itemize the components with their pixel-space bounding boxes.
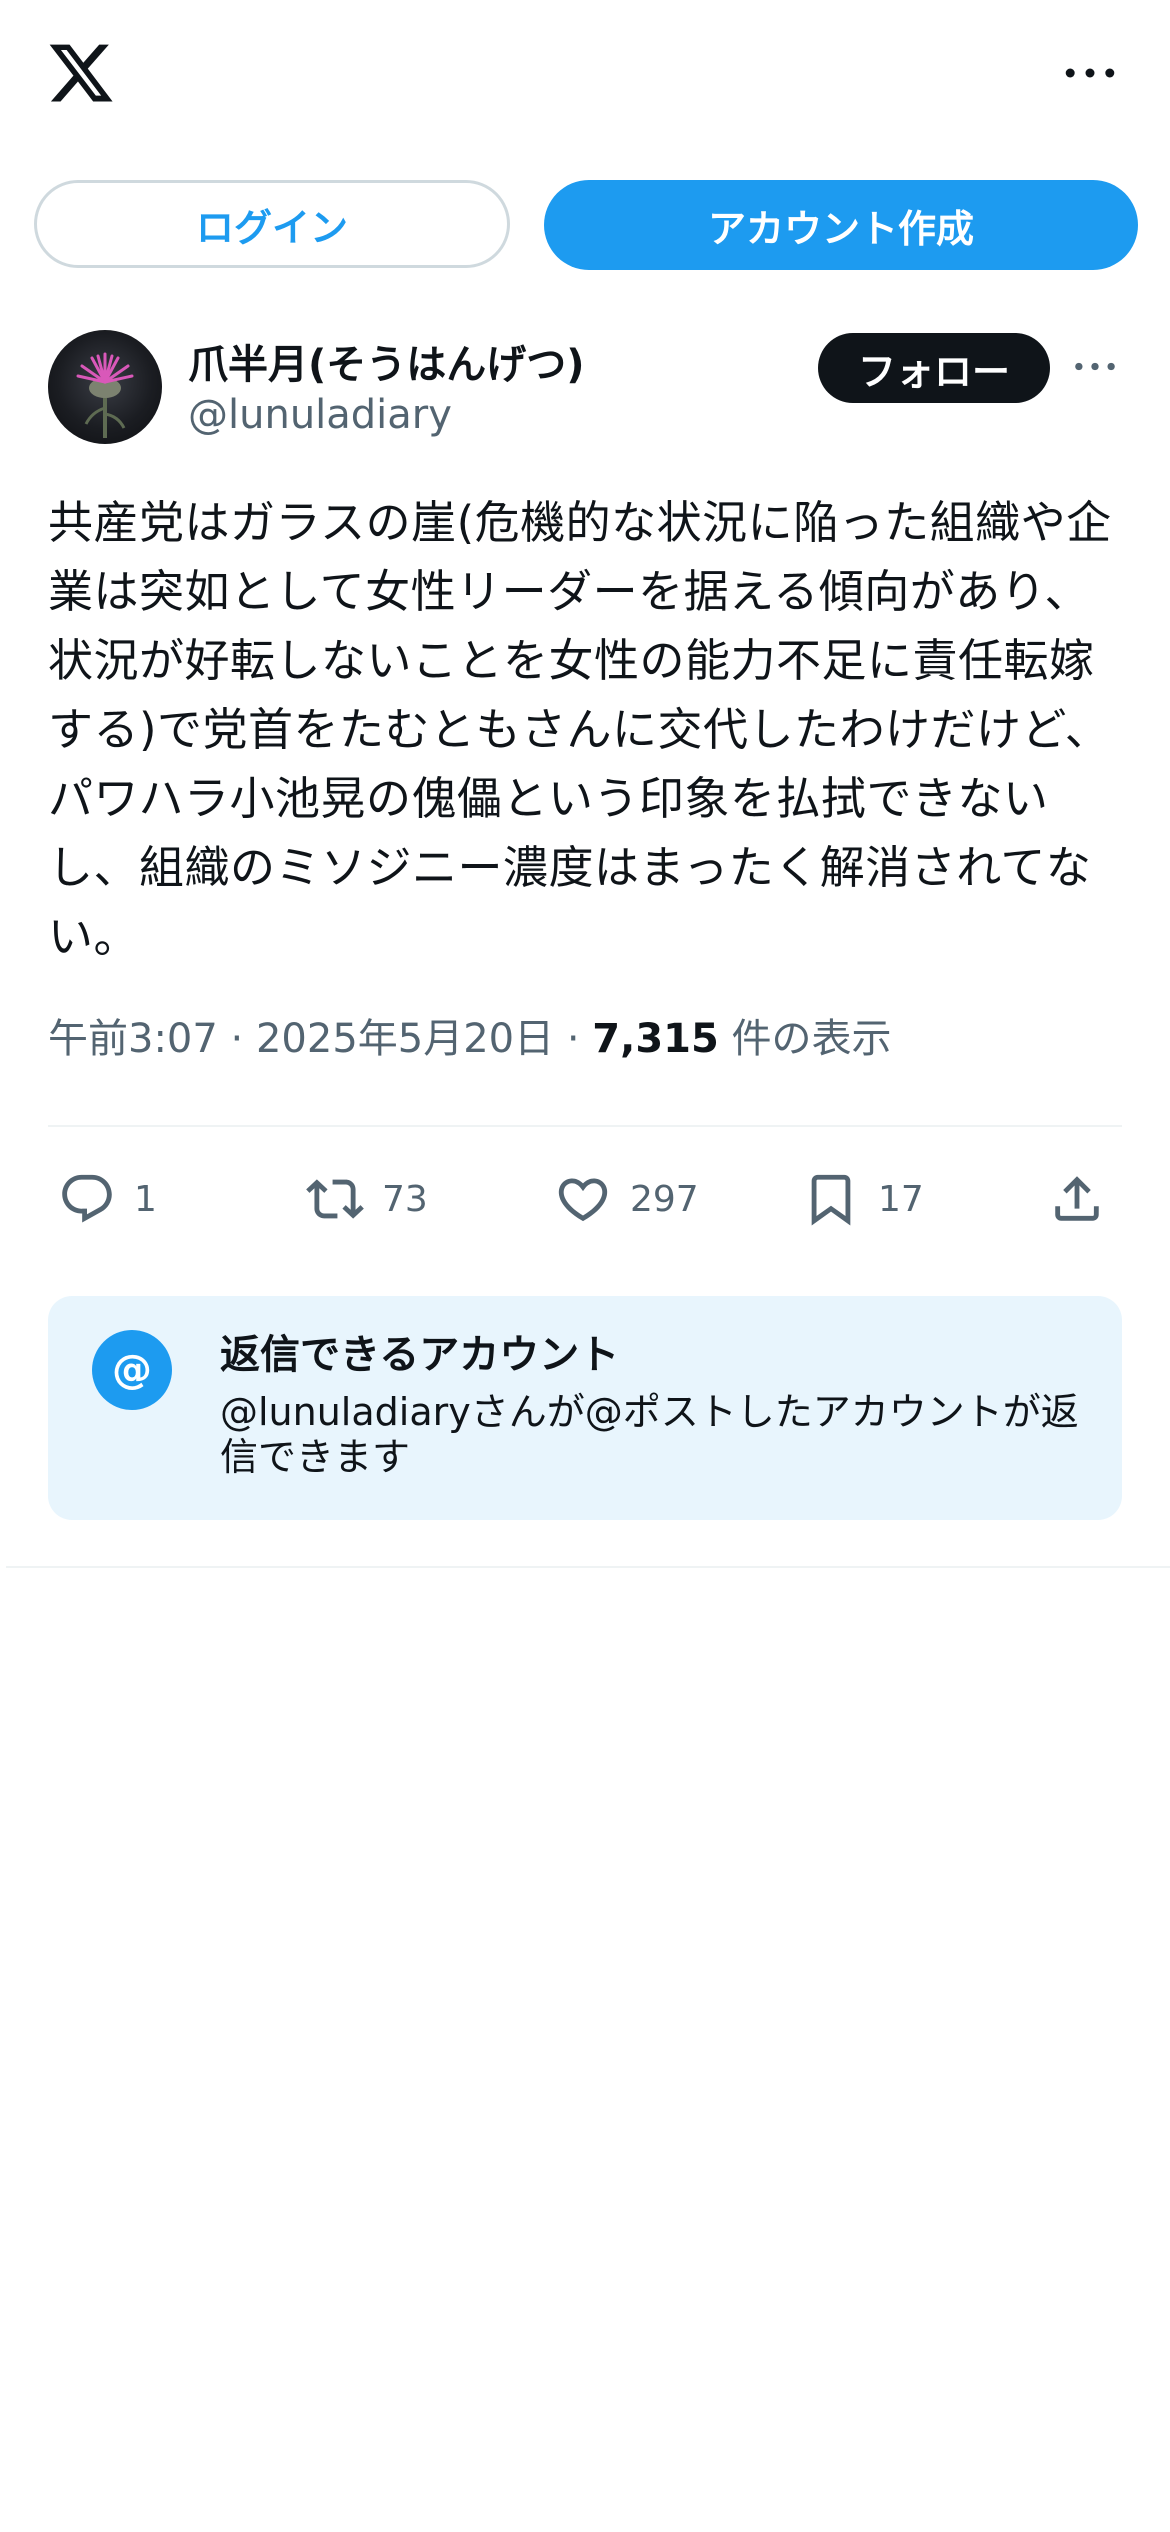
tweet-time[interactable]: 午前3:07 <box>48 1016 218 1062</box>
create-account-button[interactable]: アカウント作成 <box>544 180 1138 270</box>
share-icon <box>1055 1176 1099 1221</box>
bookmark-count: 17 <box>878 1178 924 1220</box>
meta-separator: · <box>566 1016 580 1062</box>
more-horizontal-icon[interactable] <box>1060 48 1120 98</box>
share-button[interactable] <box>1048 1164 1124 1234</box>
auth-buttons: ログイン アカウント作成 <box>34 180 1138 270</box>
reply-button[interactable]: 1 <box>58 1164 157 1234</box>
avatar[interactable] <box>48 330 162 444</box>
views-count: 7,315 <box>592 1016 719 1062</box>
tweet-date[interactable]: 2025年5月20日 <box>256 1016 554 1062</box>
reply-icon <box>62 1174 112 1223</box>
at-sign-icon: @ <box>92 1330 172 1410</box>
repost-icon <box>306 1179 364 1219</box>
divider <box>48 1125 1122 1127</box>
reply-count: 1 <box>134 1178 157 1220</box>
bookmark-button[interactable]: 17 <box>802 1164 924 1234</box>
action-bar: 1 73 297 17 <box>48 1164 1122 1234</box>
tweet-meta: 午前3:07 · 2025年5月20日 · 7,315 件の表示 <box>48 1006 892 1064</box>
reply-restriction-notice: @ 返信できるアカウント @lunuladiaryさんが@ポストしたアカウントが… <box>48 1296 1122 1520</box>
reply-restriction-title: 返信できるアカウント <box>220 1332 620 1378</box>
views-label: 件の表示 <box>731 1016 892 1062</box>
x-logo-icon[interactable] <box>46 38 116 108</box>
top-bar <box>0 0 1170 150</box>
follow-button[interactable]: フォロー <box>818 333 1050 403</box>
tweet-text: 共産党はガラスの崖(危機的な状況に陥った組織や企業は突如として女性リーダーを据え… <box>48 496 1112 963</box>
like-count: 297 <box>630 1178 699 1220</box>
display-name[interactable]: 爪半月(そうはんげつ) <box>188 332 585 390</box>
meta-separator: · <box>230 1016 244 1062</box>
reply-restriction-description: @lunuladiaryさんが@ポストしたアカウントが返信できます <box>220 1390 1079 1479</box>
heart-icon <box>558 1178 608 1222</box>
login-button[interactable]: ログイン <box>34 180 510 268</box>
bookmark-icon <box>811 1174 851 1226</box>
like-button[interactable]: 297 <box>554 1164 699 1234</box>
divider <box>6 1566 1170 1568</box>
repost-count: 73 <box>382 1178 428 1220</box>
repost-button[interactable]: 73 <box>306 1164 428 1234</box>
user-handle[interactable]: @lunuladiary <box>188 392 452 438</box>
more-horizontal-icon[interactable] <box>1068 344 1122 388</box>
